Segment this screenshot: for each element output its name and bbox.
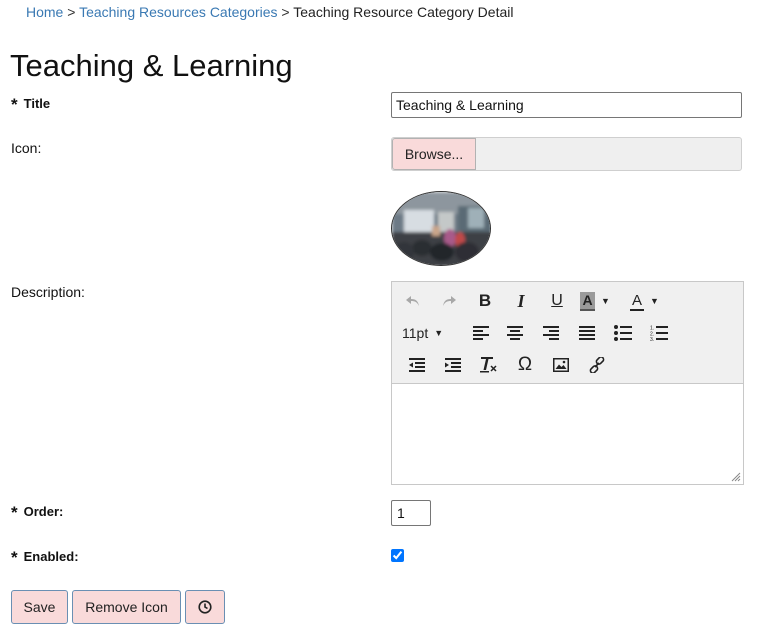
enabled-label: * Enabled:	[11, 548, 79, 568]
enabled-checkbox[interactable]	[391, 549, 404, 562]
icon-label: Icon:	[11, 140, 42, 156]
italic-icon[interactable]: I	[508, 288, 534, 314]
required-marker: *	[11, 503, 18, 522]
bold-icon[interactable]: B	[472, 288, 498, 314]
align-left-icon[interactable]	[468, 320, 494, 346]
align-right-icon[interactable]	[538, 320, 564, 346]
save-button[interactable]: Save	[11, 590, 68, 624]
special-character-icon[interactable]: Ω	[512, 352, 538, 378]
icon-file-input[interactable]: Browse...	[391, 137, 742, 171]
browse-button[interactable]: Browse...	[392, 138, 476, 170]
font-size-value: 11pt	[402, 325, 429, 341]
underline-icon[interactable]: U	[544, 288, 570, 314]
order-label: * Order:	[11, 503, 63, 523]
remove-icon-button[interactable]: Remove Icon	[72, 590, 181, 624]
required-marker: *	[11, 95, 18, 114]
align-justify-icon[interactable]	[574, 320, 600, 346]
outdent-icon[interactable]	[404, 352, 430, 378]
svg-text:3.: 3.	[650, 337, 654, 341]
bullet-list-icon[interactable]	[610, 320, 636, 346]
enabled-label-text: Enabled:	[23, 549, 79, 564]
text-color-icon[interactable]: A ▼	[630, 288, 664, 314]
description-label: Description:	[11, 284, 85, 300]
title-label: * Title	[11, 95, 50, 115]
font-size-select[interactable]: 11pt ▼	[402, 320, 454, 346]
indent-icon[interactable]	[440, 352, 466, 378]
breadcrumb-home-link[interactable]: Home	[26, 4, 63, 20]
clear-formatting-icon[interactable]	[476, 352, 502, 378]
description-editor: B I U A ▼ A ▼ 11pt ▼ 1. 2. 3. Ω	[391, 281, 744, 485]
title-label-text: Title	[23, 96, 51, 111]
breadcrumb-separator: >	[281, 4, 290, 20]
background-color-icon[interactable]: A ▼	[580, 288, 614, 314]
breadcrumb-categories-link[interactable]: Teaching Resources Categories	[79, 4, 277, 20]
breadcrumb-separator: >	[67, 4, 76, 20]
title-input[interactable]	[391, 92, 742, 118]
classroom-photo-icon	[392, 192, 490, 265]
page-title: Teaching & Learning	[10, 48, 293, 83]
image-icon[interactable]	[548, 352, 574, 378]
undo-icon[interactable]	[400, 288, 426, 314]
align-center-icon[interactable]	[502, 320, 528, 346]
breadcrumb-current: Teaching Resource Category Detail	[293, 4, 514, 20]
editor-content-area[interactable]	[392, 384, 743, 484]
order-input[interactable]	[391, 500, 431, 526]
link-icon[interactable]	[584, 352, 610, 378]
icon-preview-image	[391, 191, 491, 266]
editor-toolbar: B I U A ▼ A ▼ 11pt ▼ 1. 2. 3. Ω	[392, 282, 743, 384]
order-label-text: Order:	[23, 504, 64, 519]
redo-icon[interactable]	[436, 288, 462, 314]
resize-handle-icon[interactable]	[731, 472, 741, 482]
required-marker: *	[11, 548, 18, 567]
history-button[interactable]	[185, 590, 225, 624]
clock-icon	[198, 600, 212, 614]
breadcrumb: Home > Teaching Resources Categories > T…	[26, 4, 513, 20]
numbered-list-icon[interactable]: 1. 2. 3.	[646, 320, 672, 346]
